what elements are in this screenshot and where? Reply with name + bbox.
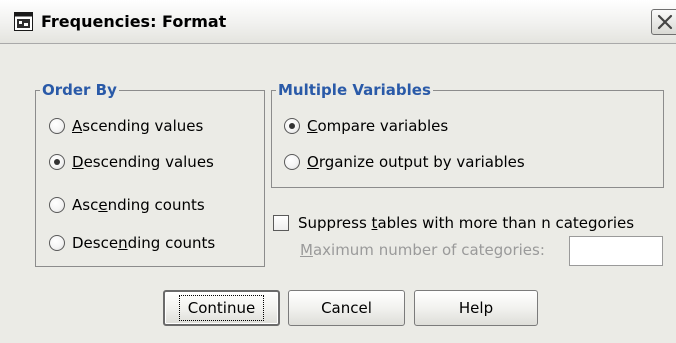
radio-button-selected[interactable]	[49, 154, 65, 170]
close-button[interactable]	[651, 9, 676, 35]
max-categories-input[interactable]	[569, 236, 663, 266]
radio-descending-counts[interactable]: Descending counts	[49, 232, 215, 254]
radio-button[interactable]	[49, 235, 65, 251]
continue-button[interactable]: Continue	[163, 290, 280, 326]
radio-button[interactable]	[49, 118, 65, 134]
radio-button[interactable]	[284, 154, 300, 170]
continue-button-label: Continue	[178, 295, 265, 321]
suppress-tables-checkbox-row[interactable]: Suppress tables with more than n categor…	[273, 212, 634, 234]
radio-ascending-values[interactable]: Ascending values	[49, 115, 203, 137]
radio-descending-values[interactable]: Descending values	[49, 151, 214, 173]
multiple-variables-title: Multiple Variables	[276, 81, 433, 99]
cancel-button-label: Cancel	[321, 299, 372, 317]
help-button-label: Help	[458, 299, 494, 317]
suppress-tables-checkbox[interactable]	[273, 215, 289, 231]
radio-ascending-counts[interactable]: Ascending counts	[49, 194, 205, 216]
spss-window-icon[interactable]	[14, 12, 33, 31]
radio-organize-output[interactable]: Organize output by variables	[284, 151, 525, 173]
radio-label: Ascending values	[72, 117, 204, 135]
radio-button[interactable]	[49, 197, 65, 213]
radio-compare-variables[interactable]: Compare variables	[284, 115, 448, 137]
cancel-button[interactable]: Cancel	[288, 290, 405, 326]
frequencies-format-dialog: Frequencies: Format Order By Ascending v…	[0, 0, 676, 343]
max-categories-label: Maximum number of categories:	[300, 241, 545, 259]
radio-button-selected[interactable]	[284, 118, 300, 134]
multiple-variables-group: Multiple Variables	[271, 81, 664, 188]
radio-label: Compare variables	[307, 117, 449, 135]
order-by-title: Order By	[40, 81, 119, 99]
radio-label: Organize output by variables	[307, 153, 525, 171]
suppress-tables-label: Suppress tables with more than n categor…	[298, 214, 635, 232]
radio-label: Descending values	[72, 153, 214, 171]
radio-label: Descending counts	[72, 234, 216, 252]
radio-label: Ascending counts	[72, 196, 205, 214]
help-button[interactable]: Help	[414, 290, 538, 326]
window-title: Frequencies: Format	[41, 12, 227, 31]
title-bar[interactable]: Frequencies: Format	[0, 0, 676, 44]
